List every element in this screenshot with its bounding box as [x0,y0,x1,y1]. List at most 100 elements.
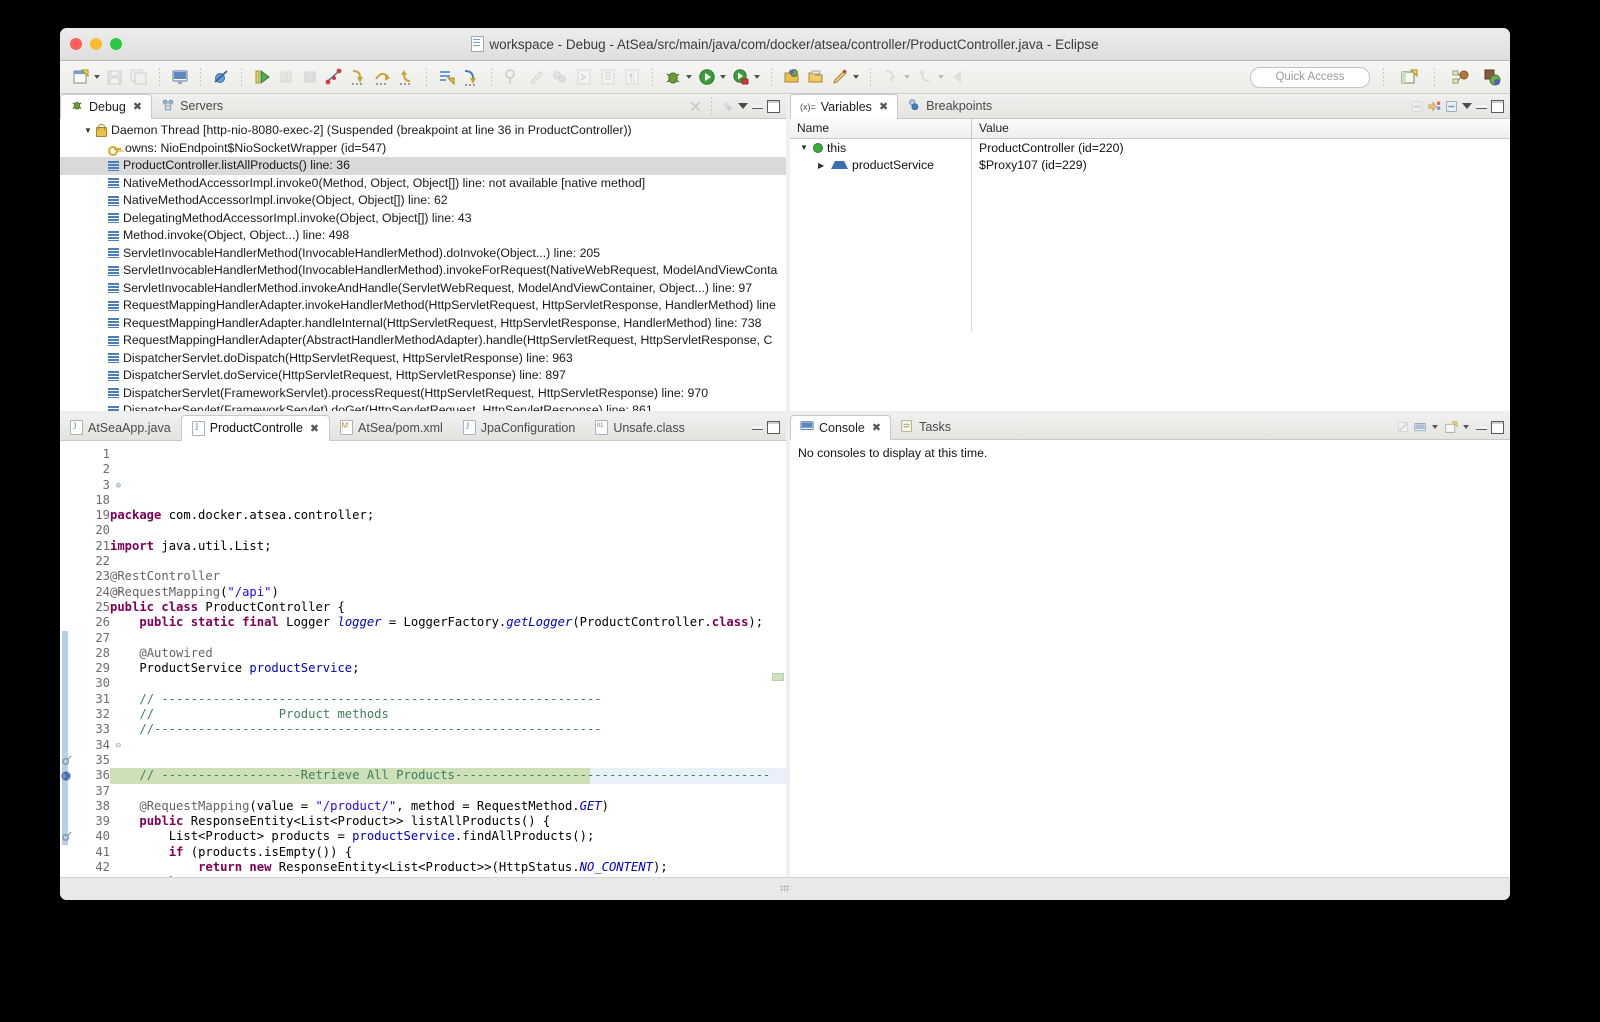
minimize-icon[interactable] [1476,424,1487,430]
stack-frame-row[interactable]: RequestMappingHandlerAdapter.invokeHandl… [60,297,786,315]
close-icon[interactable]: ✖ [872,421,881,434]
gutter-marker-slot[interactable] [60,554,74,569]
source-line[interactable]: import java.util.List; [110,539,786,554]
source-line[interactable]: ProductService productService; [110,661,786,676]
gutter-marker-slot[interactable] [60,539,74,554]
source-line[interactable] [110,631,786,646]
monitor-row[interactable]: owns: NioEndpoint$NioSocketWrapper (id=5… [60,140,786,158]
step-into-icon[interactable] [348,67,368,87]
gutter-marker-slot[interactable] [60,738,74,753]
gutter-marker-slot[interactable] [60,768,74,783]
source-line[interactable]: @RequestMapping("/api") [110,585,786,600]
source-line[interactable]: List<Product> products = productService.… [110,829,786,844]
source-line[interactable] [110,676,786,691]
gutter-marker-slot[interactable] [60,523,74,538]
source-line[interactable]: @Autowired [110,646,786,661]
gutter-marker-slot[interactable] [60,493,74,508]
collapse-all-icon[interactable] [1411,100,1424,113]
gutter-marker-slot[interactable] [60,707,74,722]
gutter-marker-slot[interactable] [60,478,74,493]
stack-frame-row[interactable]: NativeMethodAccessorImpl.invoke0(Method,… [60,175,786,193]
tab-variables[interactable]: (x)= Variables ✖ [790,94,899,119]
editor-tab-unsafe[interactable]: Unsafe.class [585,415,695,440]
gutter-marker-slot[interactable] [60,447,74,462]
gutter-marker-slot[interactable] [60,661,74,676]
source-line[interactable]: //--------------------------------------… [110,722,786,737]
gutter-marker-slot[interactable] [60,462,74,477]
source-line[interactable]: return new ResponseEntity<List<Product>>… [110,860,786,875]
resume-icon[interactable] [252,67,272,87]
gutter-marker-slot[interactable] [60,799,74,814]
variable-row[interactable]: ▶ productService $Proxy107 (id=229) [790,156,1510,174]
stack-frame-row[interactable]: RequestMappingHandlerAdapter.handleInter… [60,315,786,333]
gutter-marker-slot[interactable] [60,508,74,523]
gutter-marker-slot[interactable] [60,722,74,737]
search-icon[interactable] [830,67,850,87]
source-line[interactable] [110,738,786,753]
gutter-marker-slot[interactable] [60,784,74,799]
maximize-icon[interactable] [1491,420,1504,434]
java-perspective-icon[interactable] [1450,67,1470,87]
minimize-icon[interactable] [1476,103,1487,109]
stack-frame-row[interactable]: NativeMethodAccessorImpl.invoke(Object, … [60,192,786,210]
show-logical-structure-icon[interactable] [1428,100,1441,113]
view-menu-icon[interactable] [1462,103,1472,109]
run-icon[interactable] [697,67,717,87]
source-line[interactable]: if (products.isEmpty()) { [110,845,786,860]
gutter-marker-slot[interactable] [60,860,74,875]
new-wizard-icon[interactable] [71,67,91,87]
coverage-dropdown-icon[interactable] [754,75,760,79]
run-dropdown-icon[interactable] [720,75,726,79]
open-type-icon[interactable] [782,67,802,87]
source-text[interactable]: package com.docker.atsea.controller; imp… [110,441,786,877]
thread-row[interactable]: ▼ Daemon Thread [http-nio-8080-exec-2] (… [60,122,786,140]
open-task-icon[interactable] [806,67,826,87]
variables-table-body[interactable]: ▼ this ProductController (id=220) ▶ productS… [790,139,1510,411]
maximize-icon[interactable] [767,99,780,113]
new-wizard-dropdown-icon[interactable] [94,75,100,79]
source-line[interactable]: @RestController [110,569,786,584]
tab-debug[interactable]: Debug ✖ [60,94,153,119]
close-icon[interactable]: ✖ [879,100,888,113]
disconnect-icon[interactable] [324,67,344,87]
remove-all-terminated-icon[interactable] [689,100,702,113]
use-step-filters-icon[interactable] [461,67,481,87]
close-icon[interactable]: ✖ [310,422,319,435]
overview-ruler-marker[interactable] [772,673,784,681]
stack-frame-row[interactable]: DispatcherServlet(FrameworkServlet).doGe… [60,402,786,411]
console-body[interactable]: No consoles to display at this time. [790,440,1510,877]
expander-icon[interactable]: ▼ [800,143,809,152]
code-area[interactable]: 1 2 3 ⊕ 18 19 20 21 22 23 24 ⊖ 25 26 27 28 29 30 31 32 33 34 ⊖… [60,441,786,877]
show-monitors-icon[interactable] [721,100,734,113]
minimize-icon[interactable] [752,103,763,109]
gutter-marker-slot[interactable] [60,814,74,829]
source-line[interactable]: // -------------------------------------… [110,692,786,707]
editor-tab-atseaapp[interactable]: AtSeaApp.java [60,415,181,440]
source-line[interactable]: // Product methods [110,707,786,722]
source-line[interactable]: @RequestMapping(value = "/product/", met… [110,799,786,814]
expander-icon[interactable]: ▼ [82,122,94,140]
stack-frame-row[interactable]: DispatcherServlet.doDispatch(HttpServlet… [60,350,786,368]
window-controls[interactable] [70,28,122,60]
stack-frame-row[interactable]: Method.invoke(Object, Object...) line: 4… [60,227,786,245]
column-header-value[interactable]: Value [972,119,1510,138]
open-console-icon[interactable] [1445,420,1458,434]
editor-marker-gutter[interactable] [60,441,74,877]
stack-frame-row[interactable]: DispatcherServlet.doService(HttpServletR… [60,367,786,385]
close-icon[interactable]: ✖ [133,100,142,113]
stack-frame-row[interactable]: ServletInvocableHandlerMethod.invokeAndH… [60,280,786,298]
source-line[interactable] [110,753,786,768]
gutter-marker-slot[interactable] [60,829,74,844]
source-line[interactable] [110,554,786,569]
source-line[interactable]: public class ProductController { [110,600,786,615]
editor-body[interactable]: 1 2 3 ⊕ 18 19 20 21 22 23 24 ⊖ 25 26 27 28 29 30 31 32 33 34 ⊖… [60,441,786,877]
stack-frame-row[interactable]: DelegatingMethodAccessorImpl.invoke(Obje… [60,210,786,228]
open-perspective-icon[interactable] [1399,67,1419,87]
tab-servers[interactable]: Servers [152,94,232,118]
editor-tab-jpaconfiguration[interactable]: JpaConfiguration [453,415,586,440]
minimize-icon[interactable] [752,425,763,430]
debug-icon[interactable] [663,67,683,87]
source-line[interactable] [110,523,786,538]
gutter-marker-slot[interactable] [60,692,74,707]
stack-frame-row[interactable]: ServletInvocableHandlerMethod(InvocableH… [60,262,786,280]
